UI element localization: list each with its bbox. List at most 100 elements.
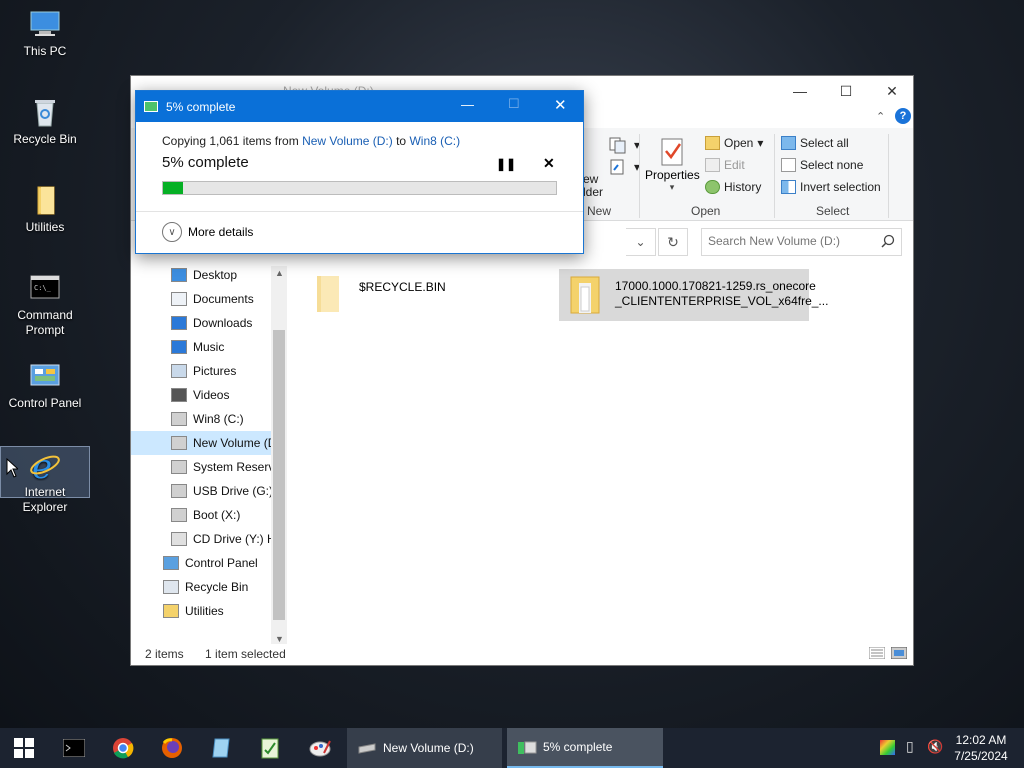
progress-fill — [163, 182, 183, 194]
taskbar-button-copy[interactable]: 5% complete — [507, 728, 663, 768]
search-input[interactable] — [708, 234, 874, 248]
taskbar-paint[interactable] — [296, 728, 344, 768]
desktop-icon-recycle-bin[interactable]: Recycle Bin — [0, 96, 90, 147]
nav-item[interactable]: Downloads — [131, 311, 271, 335]
edit-label: Edit — [724, 158, 745, 172]
folder-icon — [163, 604, 179, 618]
nav-item[interactable]: Pictures — [131, 359, 271, 383]
source-link[interactable]: New Volume (D:) — [302, 134, 393, 148]
history-button[interactable]: History — [705, 180, 761, 194]
nav-item[interactable]: USB Drive (G:) — [131, 479, 271, 503]
nav-item[interactable]: Utilities — [131, 599, 271, 623]
control-panel-icon — [29, 360, 61, 392]
nav-item-label: CD Drive (Y:) H — [193, 532, 271, 546]
pause-button[interactable]: ❚❚ — [496, 157, 516, 171]
taskbar-checklist[interactable] — [246, 728, 294, 768]
search-icon[interactable] — [881, 234, 895, 251]
invert-selection-button[interactable]: Invert selection — [781, 180, 881, 194]
nav-item[interactable]: Documents — [131, 287, 271, 311]
dialog-minimize-button[interactable]: — — [461, 97, 474, 112]
desktop-icon-this-pc[interactable]: This PC — [0, 8, 90, 59]
clock-time: 12:02 AM — [955, 733, 1007, 747]
nav-item[interactable]: CD Drive (Y:) H — [131, 527, 271, 551]
desktop-icon — [171, 268, 187, 282]
desktop-icon-utilities[interactable]: Utilities — [0, 184, 90, 235]
taskbar-cmd[interactable] — [50, 728, 98, 768]
tray-color-icon[interactable] — [880, 740, 895, 755]
percent-text: 5% complete — [162, 154, 249, 171]
nav-item[interactable]: Recycle Bin — [131, 575, 271, 599]
destination-link[interactable]: Win8 (C:) — [409, 134, 460, 148]
edit-icon — [705, 158, 720, 172]
navigation-pane: Desktop Documents Downloads Music Pictures Vi… — [131, 266, 287, 648]
open-button[interactable]: Open ▾ — [705, 136, 763, 150]
scroll-thumb[interactable] — [273, 330, 285, 620]
large-icons-view-icon[interactable] — [890, 646, 908, 662]
pictures-icon — [171, 364, 187, 378]
maximize-button[interactable]: ☐ — [823, 76, 869, 106]
scroll-up-icon[interactable]: ▲ — [275, 268, 284, 278]
properties-label: Properties — [645, 168, 700, 182]
invert-selection-label: Invert selection — [800, 180, 881, 194]
collapse-ribbon-icon[interactable]: ⌃ — [876, 110, 885, 123]
nav-scrollbar[interactable]: ▲ ▼ — [271, 266, 287, 644]
nav-item[interactable]: Control Panel — [131, 551, 271, 575]
select-none-label: Select none — [800, 158, 864, 172]
taskbar-firefox[interactable] — [148, 728, 196, 768]
address-dropdown-button[interactable]: ⌄ — [626, 228, 656, 256]
clock[interactable]: 12:02 AM 7/25/2024 — [950, 732, 1012, 764]
nav-item[interactable]: New Volume (D:) — [131, 431, 271, 455]
search-box[interactable] — [701, 228, 902, 256]
drive-icon — [171, 412, 187, 426]
select-none-button[interactable]: Select none — [781, 158, 863, 172]
copy-progress-dialog: 5% complete — ☐ ✕ Copying 1,061 items fr… — [135, 90, 584, 254]
more-details-button[interactable]: ∨ More details — [162, 222, 253, 242]
start-button[interactable] — [0, 728, 48, 768]
nav-item-label: Win8 (C:) — [193, 412, 244, 426]
history-icon — [705, 180, 720, 194]
desktop-icon-command-prompt[interactable]: C:\_ Command Prompt — [0, 272, 90, 338]
nav-item[interactable]: Desktop — [131, 263, 271, 287]
taskbar-button-explorer[interactable]: New Volume (D:) — [347, 728, 502, 768]
cancel-copy-button[interactable]: ✕ — [543, 155, 555, 172]
file-item-recycle-bin-folder[interactable]: $RECYCLE.BIN — [313, 274, 446, 314]
properties-button[interactable]: Properties ▾ — [645, 134, 700, 198]
details-view-icon[interactable] — [868, 646, 886, 662]
mouse-cursor-icon — [6, 457, 20, 481]
dialog-close-button[interactable]: ✕ — [554, 96, 567, 114]
copy-path-icon[interactable]: ▾ — [608, 136, 640, 154]
new-folder-label-partial-2[interactable]: lder — [583, 185, 603, 199]
firefox-icon — [162, 738, 182, 758]
help-icon[interactable]: ? — [895, 108, 911, 124]
volume-muted-icon[interactable]: 🔇 — [927, 739, 943, 755]
nav-item[interactable]: Music — [131, 335, 271, 359]
nav-item-label: Pictures — [193, 364, 237, 378]
nav-item-label: Boot (X:) — [193, 508, 241, 522]
recycle-bin-icon — [29, 96, 61, 128]
more-details-label: More details — [188, 225, 254, 239]
progress-bar — [162, 181, 557, 195]
nav-item[interactable]: Win8 (C:) — [131, 407, 271, 431]
downloads-icon — [171, 316, 187, 330]
nav-item[interactable]: System Reserved — [131, 455, 271, 479]
status-bar: 2 items 1 item selected — [145, 647, 286, 661]
select-all-button[interactable]: Select all — [781, 136, 849, 150]
dialog-maximize-button[interactable]: ☐ — [508, 96, 520, 112]
nav-item[interactable]: Videos — [131, 383, 271, 407]
edit-button[interactable]: Edit — [705, 158, 745, 172]
taskbar-notepad[interactable] — [197, 728, 245, 768]
desktop-icon-control-panel[interactable]: Control Panel — [0, 360, 90, 411]
paste-shortcut-icon[interactable]: ▾ — [608, 158, 640, 176]
taskbar-chrome[interactable] — [99, 728, 147, 768]
usb-icon[interactable]: ▯ — [906, 738, 914, 755]
close-button[interactable]: ✕ — [869, 76, 915, 106]
scroll-down-icon[interactable]: ▼ — [275, 634, 284, 644]
file-item-install-folder[interactable]: 17000.1000.170821-1259.rs_onecore _CLIEN… — [559, 269, 828, 321]
new-folder-label-partial[interactable]: ew — [583, 172, 598, 186]
minimize-button[interactable]: — — [777, 76, 823, 106]
file-name-line2: _CLIENTENTERPRISE_VOL_x64fre_... — [615, 294, 829, 308]
taskbar: New Volume (D:) 5% complete ▯ 🔇 12:02 AM… — [0, 728, 1024, 768]
refresh-button[interactable]: ↻ — [658, 228, 688, 256]
nav-item[interactable]: Boot (X:) — [131, 503, 271, 527]
drive-icon — [171, 436, 187, 450]
